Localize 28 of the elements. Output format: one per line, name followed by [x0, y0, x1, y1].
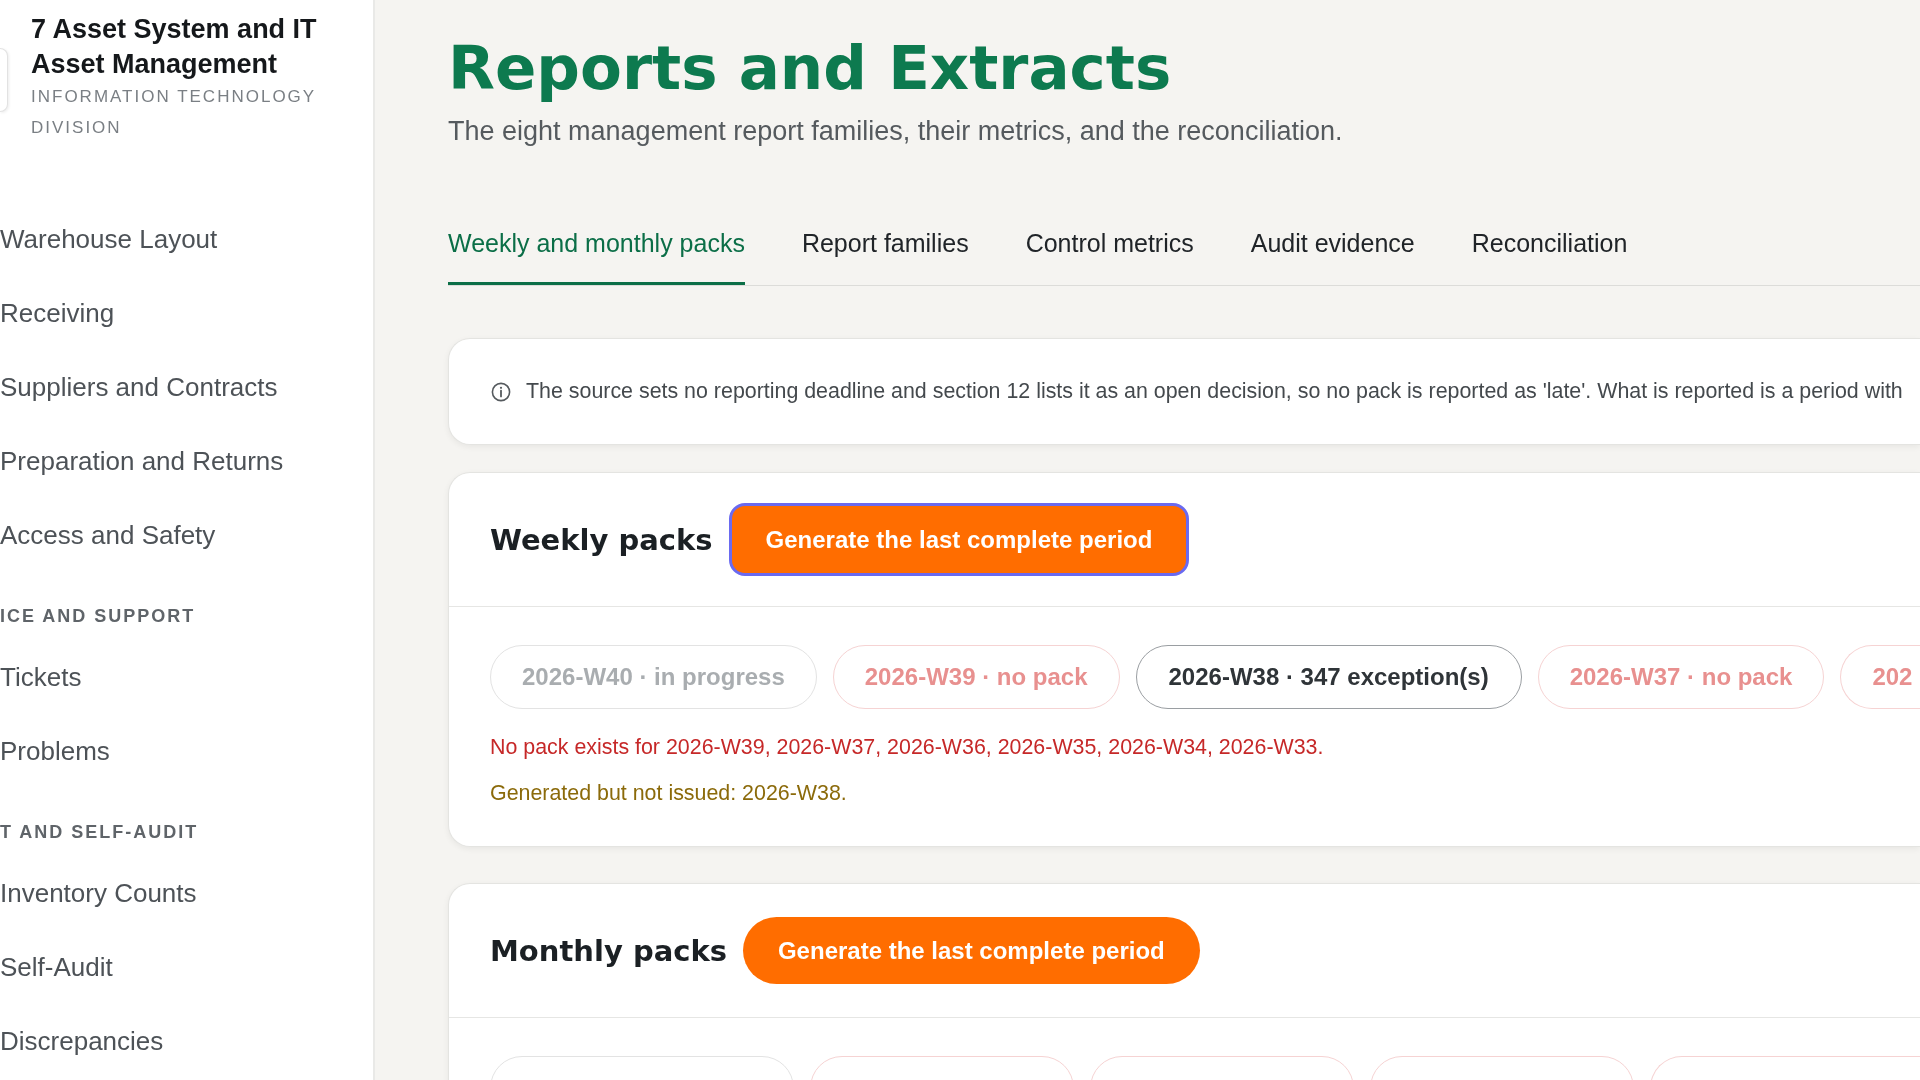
tab[interactable]: Report families — [801, 216, 969, 285]
period-chip[interactable]: 2026-W38 · 347 exception(s) — [1135, 645, 1522, 709]
division-label: INFORMATION TECHNOLOGY DIVISION — [31, 86, 317, 139]
nav-link[interactable]: Inventory Counts — [0, 856, 197, 930]
nav-link[interactable]: Receiving — [0, 276, 115, 350]
page-title: Reports and Extracts — [448, 32, 1172, 104]
nav-link[interactable]: Preparation and Returns — [0, 424, 284, 498]
nav-link[interactable]: Tickets — [0, 640, 82, 714]
nav-section-label: ICE AND SUPPORT — [0, 606, 196, 626]
nav-link[interactable]: Warehouse Layout — [0, 202, 218, 276]
tab[interactable]: Weekly and monthly packs — [448, 216, 745, 285]
section-title: Weekly packs — [490, 522, 713, 557]
tab[interactable]: Control metrics — [1025, 216, 1194, 285]
status-message: No pack exists for 2026-W39, 2026-W37, 2026-W36, 2026-W35, 2026-W34, 2026-W33. — [490, 734, 1324, 760]
tab[interactable]: Reconciliation — [1471, 216, 1628, 285]
tab[interactable]: Audit evidence — [1250, 216, 1415, 285]
nav-link[interactable]: Suppliers and Contracts — [0, 350, 278, 424]
nav-link[interactable]: Self-Audit — [0, 930, 113, 1004]
section-title: Monthly packs — [490, 933, 727, 968]
nav-section-label: T AND SELF-AUDIT — [0, 822, 199, 842]
page-subtitle: The eight management report families, their metrics, and the reconciliation. — [448, 115, 1343, 148]
info-icon — [491, 381, 511, 402]
notice-text: The source sets no reporting deadline and section 12 lists it as an open decision, so no pack is reported as 'late'. What is reported is a period with — [526, 379, 1903, 404]
nav-link[interactable]: Problems — [0, 714, 110, 788]
status-message: Generated but not issued: 2026-W38. — [490, 780, 847, 806]
nav-link[interactable]: Access and Safety — [0, 498, 216, 572]
app-title: 7 Asset System and IT Asset Management — [31, 13, 318, 81]
nav-link[interactable]: Discrepancies — [0, 1004, 164, 1078]
